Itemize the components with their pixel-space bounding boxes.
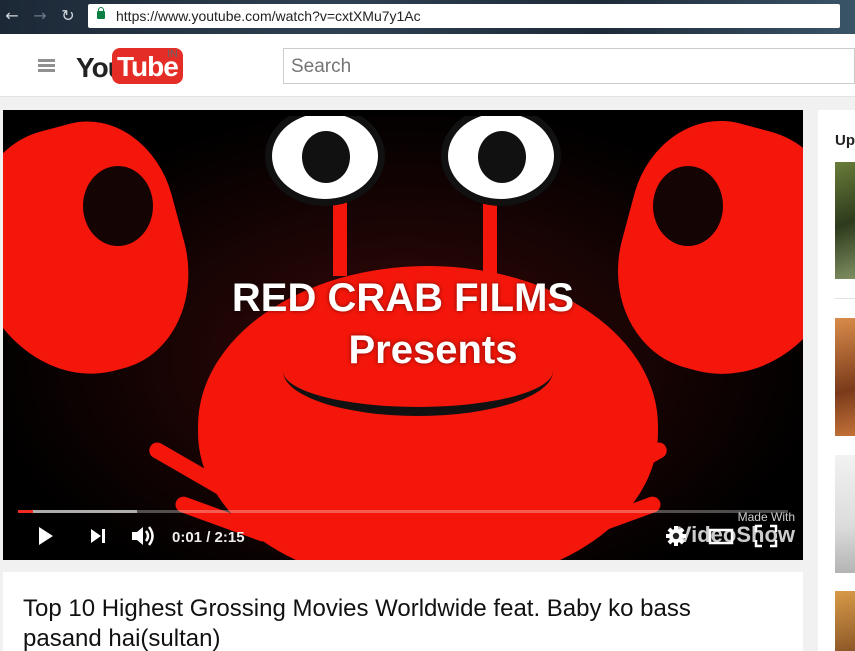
- gear-icon: [666, 526, 686, 546]
- volume-button[interactable]: [129, 523, 157, 549]
- current-time: 0:01: [172, 529, 203, 546]
- video-thumbnail[interactable]: [835, 162, 855, 279]
- lock-icon: [97, 7, 105, 19]
- forward-arrow-icon[interactable]: →: [30, 6, 50, 26]
- video-frame[interactable]: RED CRAB FILMS Presents Made With VideoS…: [3, 116, 803, 560]
- theater-icon: [708, 528, 734, 545]
- frame-text-line2: Presents: [348, 328, 518, 372]
- claw-gap-left: [83, 166, 153, 246]
- up-next-sidebar: Up: [818, 110, 855, 651]
- back-arrow-icon[interactable]: ←: [2, 6, 22, 26]
- site-header: You Tube IN: [0, 34, 855, 97]
- volume-icon: [132, 526, 154, 546]
- hamburger-menu-icon[interactable]: [38, 59, 55, 72]
- crab-eye-left: [265, 116, 385, 206]
- skip-next-icon: [91, 529, 105, 543]
- address-bar[interactable]: https://www.youtube.com/watch?v=cxtXMu7y…: [88, 4, 840, 28]
- settings-button[interactable]: [664, 523, 688, 549]
- url-text[interactable]: https://www.youtube.com/watch?v=cxtXMu7y…: [116, 8, 421, 24]
- fullscreen-icon: [754, 524, 778, 548]
- video-info-panel: Top 10 Highest Grossing Movies Worldwide…: [3, 572, 803, 651]
- video-player[interactable]: RED CRAB FILMS Presents Made With VideoS…: [3, 110, 803, 560]
- progress-played: [18, 510, 34, 513]
- progress-bar[interactable]: [18, 510, 788, 513]
- search-input[interactable]: [291, 56, 791, 78]
- video-thumbnail[interactable]: [835, 318, 855, 436]
- up-next-heading: Up: [835, 132, 855, 149]
- search-box[interactable]: [283, 48, 855, 84]
- browser-toolbar: ← → ↻ https://www.youtube.com/watch?v=cx…: [0, 0, 855, 34]
- fullscreen-button[interactable]: [753, 523, 779, 549]
- country-code: IN: [167, 48, 178, 60]
- progress-loaded: [18, 510, 138, 513]
- divider: [835, 298, 855, 299]
- video-title: Top 10 Highest Grossing Movies Worldwide…: [23, 595, 691, 651]
- frame-text-line1: RED CRAB FILMS: [231, 276, 575, 320]
- eye-stalk-right: [483, 196, 497, 276]
- next-button[interactable]: [87, 523, 109, 549]
- reload-icon[interactable]: ↻: [58, 6, 78, 26]
- time-display: 0:01 / 2:15: [172, 529, 245, 546]
- theater-mode-button[interactable]: [707, 523, 735, 549]
- video-thumbnail[interactable]: [835, 455, 855, 573]
- claw-gap-right: [653, 166, 723, 246]
- crab-eye-right: [441, 116, 561, 206]
- eye-stalk-left: [333, 196, 347, 276]
- play-icon: [39, 527, 53, 545]
- duration: 2:15: [214, 529, 245, 546]
- play-button[interactable]: [35, 523, 57, 549]
- video-thumbnail[interactable]: [835, 591, 855, 651]
